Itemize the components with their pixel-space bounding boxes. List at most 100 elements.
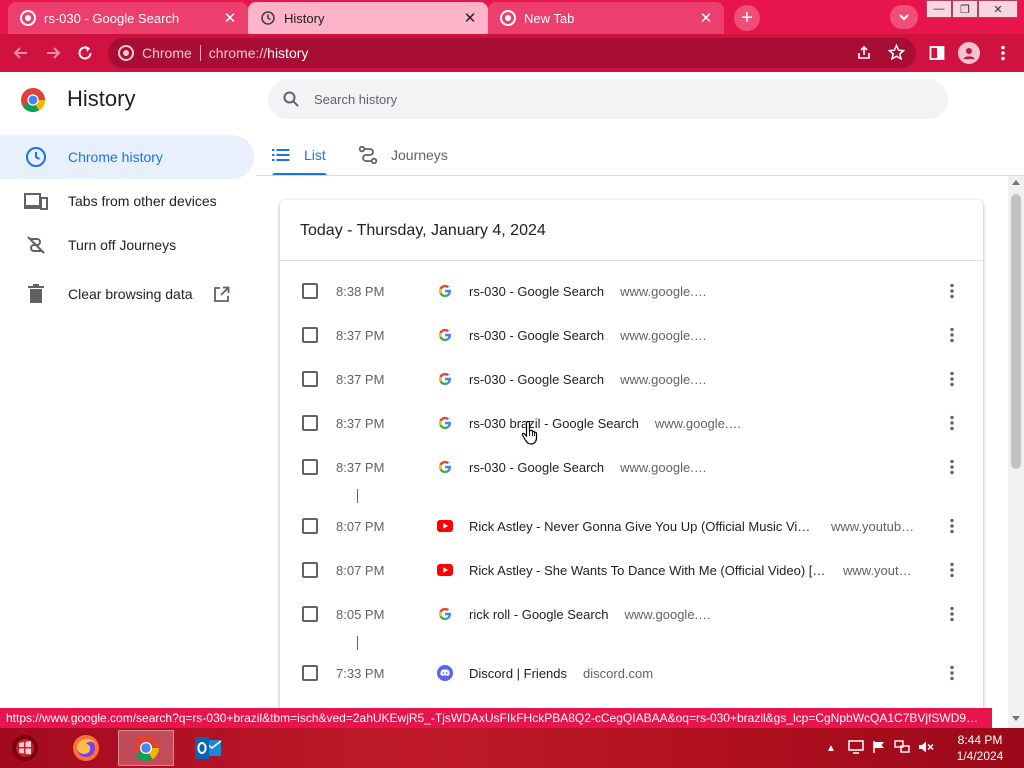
outlook-icon bbox=[195, 737, 222, 759]
sidebar-item-label: Clear browsing data bbox=[68, 286, 193, 302]
taskbar-app-chrome[interactable] bbox=[118, 730, 174, 766]
menu-button[interactable] bbox=[990, 40, 1016, 66]
history-row[interactable]: 8:05 PM rick roll - Google Search www.goo… bbox=[280, 592, 983, 636]
time-gap-marker bbox=[357, 636, 358, 650]
search-history-box[interactable] bbox=[268, 79, 948, 119]
history-row[interactable]: 8:07 PM Rick Astley - Never Gonna Give Y… bbox=[280, 504, 983, 548]
tab-journeys[interactable]: Journeys bbox=[358, 134, 448, 176]
more-vert-icon[interactable] bbox=[942, 323, 962, 347]
display-icon[interactable] bbox=[848, 739, 864, 757]
row-checkbox[interactable] bbox=[302, 665, 318, 681]
more-vert-icon[interactable] bbox=[942, 514, 962, 538]
share-icon[interactable] bbox=[856, 45, 872, 64]
history-row[interactable]: 7:33 PM Discord | Friends discord.com bbox=[280, 651, 983, 695]
bookmark-star-icon[interactable] bbox=[887, 43, 906, 64]
row-checkbox[interactable] bbox=[302, 518, 318, 534]
row-checkbox[interactable] bbox=[302, 283, 318, 299]
action-center-flag-icon[interactable] bbox=[872, 740, 886, 757]
new-tab-button[interactable]: + bbox=[734, 5, 760, 31]
entry-title-link[interactable]: rs-030 - Google Search bbox=[469, 372, 604, 387]
entry-title-link[interactable]: Discord | Friends bbox=[469, 666, 567, 681]
reload-button[interactable] bbox=[72, 40, 98, 66]
entry-title-link[interactable]: Rick Astley - Never Gonna Give You Up (O… bbox=[469, 519, 815, 534]
start-orb-icon bbox=[12, 735, 38, 761]
sidebar-item-label: Turn off Journeys bbox=[68, 237, 177, 253]
entry-time: 7:33 PM bbox=[336, 665, 385, 681]
tab-title: rs-030 - Google Search bbox=[44, 10, 180, 26]
volume-muted-icon[interactable] bbox=[918, 740, 934, 757]
firefox-icon bbox=[73, 735, 99, 761]
entry-title-link[interactable]: Rick Astley - She Wants To Dance With Me… bbox=[469, 563, 827, 578]
entry-title-link[interactable]: rs-030 - Google Search bbox=[469, 284, 604, 299]
forward-button[interactable] bbox=[40, 40, 66, 66]
tab-list[interactable]: List bbox=[272, 134, 326, 176]
entry-title-link[interactable]: rs-030 - Google Search bbox=[469, 328, 604, 343]
network-icon[interactable] bbox=[894, 739, 910, 757]
sidebar-item-turn-off-journeys[interactable]: Turn off Journeys bbox=[0, 223, 254, 267]
sidebar-item-clear-browsing-data[interactable]: Clear browsing data bbox=[0, 272, 254, 316]
history-row[interactable]: 8:37 PM rs-030 brazil - Google Search www… bbox=[280, 401, 983, 445]
entry-domain: www.google.com bbox=[654, 415, 745, 431]
start-button[interactable] bbox=[0, 730, 50, 766]
more-vert-icon[interactable] bbox=[942, 558, 962, 582]
trash-icon bbox=[24, 282, 48, 306]
entry-domain: www.google.com bbox=[620, 371, 711, 387]
more-vert-icon[interactable] bbox=[942, 367, 962, 391]
show-hidden-icons-icon[interactable]: ▲ bbox=[826, 743, 836, 754]
row-checkbox[interactable] bbox=[302, 459, 318, 475]
browser-tab-google-search[interactable]: rs-030 - Google Search ✕ bbox=[8, 2, 248, 34]
address-bar[interactable]: Chrome chrome:// history bbox=[108, 38, 916, 68]
scroll-down-arrow-icon[interactable] bbox=[1012, 716, 1020, 721]
chrome-logo-icon bbox=[20, 87, 46, 113]
row-checkbox[interactable] bbox=[302, 327, 318, 343]
page-scrollbar[interactable] bbox=[1008, 176, 1024, 728]
scroll-thumb[interactable] bbox=[1011, 194, 1021, 469]
google-icon bbox=[437, 327, 453, 343]
entry-time: 8:37 PM bbox=[336, 327, 385, 343]
more-vert-icon[interactable] bbox=[942, 279, 962, 303]
taskbar-clock[interactable]: 8:44 PM 1/4/2024 bbox=[950, 732, 1010, 764]
more-vert-icon[interactable] bbox=[942, 455, 962, 479]
close-icon[interactable]: ✕ bbox=[462, 10, 478, 27]
back-button[interactable] bbox=[8, 40, 34, 66]
entry-time: 8:37 PM bbox=[336, 415, 385, 431]
taskbar-app-firefox[interactable] bbox=[58, 730, 114, 766]
entry-time: 8:37 PM bbox=[336, 371, 385, 387]
history-row[interactable]: 8:37 PM rs-030 - Google Search www.google… bbox=[280, 357, 983, 401]
side-panel-button[interactable] bbox=[924, 40, 950, 66]
row-checkbox[interactable] bbox=[302, 562, 318, 578]
scroll-up-arrow-icon[interactable] bbox=[1012, 180, 1020, 185]
window-close-button[interactable]: ✕ bbox=[978, 0, 1018, 18]
close-icon[interactable]: ✕ bbox=[698, 10, 714, 27]
entry-title-link[interactable]: rs-030 brazil - Google Search bbox=[469, 416, 639, 431]
tab-label: Journeys bbox=[391, 147, 448, 163]
history-row[interactable]: 8:38 PM rs-030 - Google Search www.google… bbox=[280, 269, 983, 313]
google-icon bbox=[437, 283, 453, 299]
sidebar-item-chrome-history[interactable]: Chrome history bbox=[0, 135, 254, 179]
browser-tab-history[interactable]: History ✕ bbox=[248, 2, 488, 34]
profile-avatar[interactable] bbox=[958, 42, 980, 64]
history-row[interactable]: 8:37 PM rs-030 - Google Search www.google… bbox=[280, 445, 983, 489]
url-scheme: chrome:// bbox=[208, 45, 268, 61]
row-checkbox[interactable] bbox=[302, 606, 318, 622]
history-row[interactable]: 8:37 PM rs-030 - Google Search www.google… bbox=[280, 313, 983, 357]
history-row[interactable]: 8:07 PM Rick Astley - She Wants To Dance… bbox=[280, 548, 983, 592]
row-checkbox[interactable] bbox=[302, 371, 318, 387]
more-vert-icon[interactable] bbox=[942, 602, 962, 626]
more-vert-icon[interactable] bbox=[942, 411, 962, 435]
restore-button[interactable]: ❐ bbox=[952, 0, 978, 18]
day-heading: Today - Thursday, January 4, 2024 bbox=[300, 222, 546, 239]
entry-title-link[interactable]: rs-030 - Google Search bbox=[469, 460, 604, 475]
minimize-button[interactable]: — bbox=[926, 0, 952, 18]
arrow-left-icon bbox=[13, 47, 27, 59]
close-icon[interactable]: ✕ bbox=[222, 10, 238, 27]
taskbar-app-outlook[interactable] bbox=[180, 730, 236, 766]
more-vert-icon[interactable] bbox=[942, 661, 962, 685]
entry-title-link[interactable]: rick roll - Google Search bbox=[469, 607, 608, 622]
row-checkbox[interactable] bbox=[302, 415, 318, 431]
tab-search-button[interactable] bbox=[890, 5, 918, 29]
google-icon bbox=[437, 415, 453, 431]
search-input[interactable] bbox=[314, 91, 914, 107]
browser-tab-new-tab[interactable]: New Tab ✕ bbox=[488, 2, 724, 34]
sidebar-item-tabs-other-devices[interactable]: Tabs from other devices bbox=[0, 179, 254, 223]
